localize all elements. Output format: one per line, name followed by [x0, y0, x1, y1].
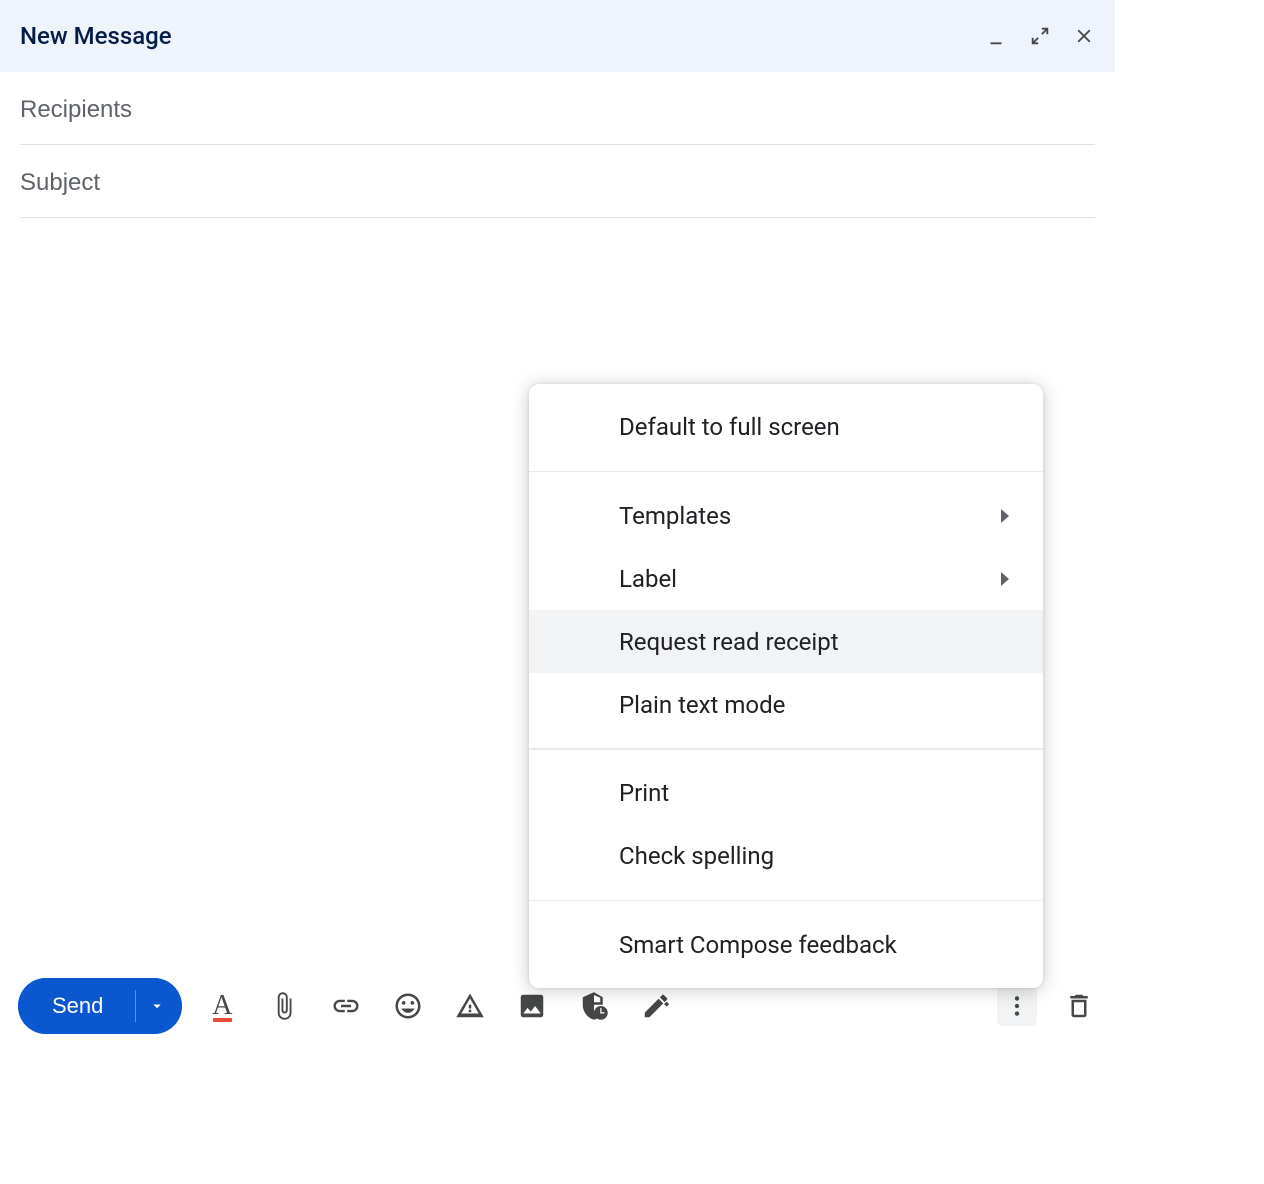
menu-item-label: Request read receipt [619, 628, 839, 656]
subject-input[interactable] [20, 169, 1095, 197]
menu-item-label: Plain text mode [619, 691, 785, 719]
close-icon[interactable] [1073, 25, 1095, 47]
fullscreen-icon[interactable] [1029, 25, 1051, 47]
send-button-group: Send [18, 978, 182, 1034]
compose-window: New Message Send [0, 0, 1115, 1048]
footer-right [997, 986, 1097, 1026]
menu-item-request-read-receipt[interactable]: Request read receipt [529, 610, 1043, 673]
send-options-dropdown[interactable] [136, 978, 182, 1034]
more-options-button[interactable] [997, 986, 1037, 1026]
formatting-icon[interactable]: A [204, 988, 240, 1024]
send-button[interactable]: Send [18, 978, 135, 1034]
subject-row[interactable] [20, 145, 1095, 218]
more-options-menu: Default to full screen Templates Label Requ… [529, 384, 1043, 989]
menu-item-check-spelling[interactable]: Check spelling [529, 825, 1043, 888]
menu-item-label: Templates [619, 502, 731, 530]
menu-item-label: Default to full screen [619, 413, 840, 441]
menu-item-default-to-full-screen[interactable]: Default to full screen [529, 396, 1043, 459]
insert-drive-icon[interactable] [452, 988, 488, 1024]
recipients-row[interactable] [20, 72, 1095, 145]
insert-photo-icon[interactable] [514, 988, 550, 1024]
recipients-input[interactable] [20, 96, 1095, 124]
menu-divider [529, 471, 1043, 473]
header-actions [985, 25, 1095, 47]
minimize-icon[interactable] [985, 25, 1007, 47]
compose-header: New Message [0, 0, 1115, 72]
insert-emoji-icon[interactable] [390, 988, 426, 1024]
menu-item-plain-text-mode[interactable]: Plain text mode [529, 673, 1043, 736]
menu-item-templates[interactable]: Templates [529, 484, 1043, 547]
menu-item-label[interactable]: Label [529, 547, 1043, 610]
discard-draft-button[interactable] [1061, 988, 1097, 1024]
compose-toolbar: A [204, 988, 674, 1024]
menu-item-label: Check spelling [619, 842, 774, 870]
compose-title: New Message [20, 22, 172, 50]
submenu-arrow-icon [1001, 509, 1009, 523]
menu-item-label: Smart Compose feedback [619, 931, 897, 959]
insert-link-icon[interactable] [328, 988, 364, 1024]
confidential-mode-icon[interactable] [576, 988, 612, 1024]
submenu-arrow-icon [1001, 572, 1009, 586]
menu-item-print[interactable]: Print [529, 762, 1043, 825]
menu-item-label: Print [619, 779, 669, 807]
menu-divider [529, 900, 1043, 902]
menu-item-label: Label [619, 565, 677, 593]
menu-item-smart-compose-feedback[interactable]: Smart Compose feedback [529, 913, 1043, 976]
attach-file-icon[interactable] [266, 988, 302, 1024]
menu-divider [529, 748, 1043, 750]
compose-fields [0, 72, 1115, 218]
insert-signature-icon[interactable] [638, 988, 674, 1024]
